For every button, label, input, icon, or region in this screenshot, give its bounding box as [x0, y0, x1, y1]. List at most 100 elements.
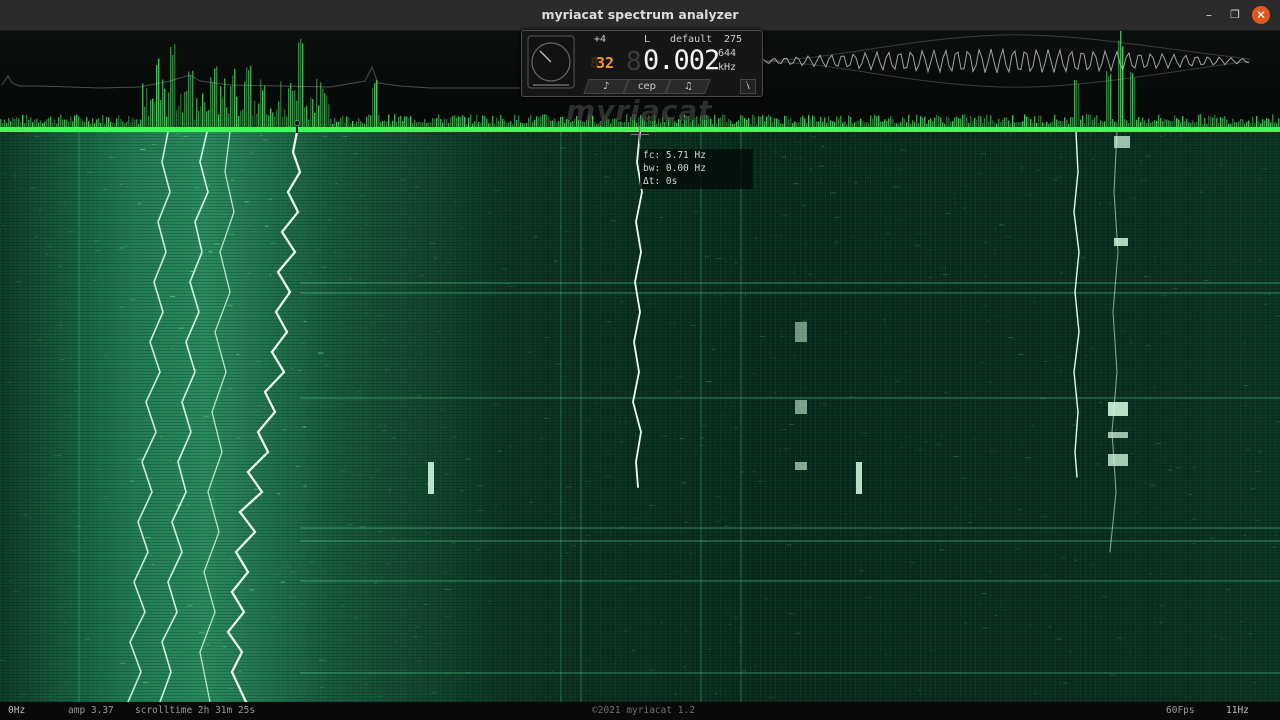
spectrum-bin [1146, 122, 1148, 128]
spectrum-bin [272, 112, 274, 128]
waterfall-speck [854, 148, 857, 149]
preset-label[interactable]: default [670, 34, 712, 45]
tab-note-icon[interactable]: ♪ [583, 79, 629, 94]
gain-dial-icon[interactable] [527, 35, 575, 89]
waterfall-speck [629, 588, 635, 590]
spectrum-bin [770, 116, 772, 128]
spectrum-bin [554, 118, 556, 128]
waterfall-speck [1187, 494, 1193, 495]
waterfall-streak [300, 540, 1280, 542]
waterfall-speck [897, 169, 900, 171]
waterfall-speck [1098, 203, 1101, 204]
spectrum-bin [448, 122, 450, 128]
waterfall-speck [1130, 601, 1136, 602]
fps-label: 60Fps [1166, 705, 1195, 716]
waterfall-speck [62, 577, 64, 579]
waterfall-speck [604, 176, 610, 178]
spectrum-bin [746, 119, 748, 128]
spectrum-bin [850, 116, 852, 128]
frequency-sub-digits: 644 [718, 48, 737, 59]
waterfall-speck [1055, 356, 1060, 357]
waterfall-speck [466, 458, 471, 460]
waterfall-speck [1093, 351, 1094, 352]
frequency-unit: kHz [718, 62, 737, 73]
spectrum-bin [892, 118, 894, 128]
spectrum-bin [798, 121, 800, 128]
peak-marker-icon[interactable] [293, 120, 301, 134]
spectrum-bin [48, 117, 50, 128]
waterfall-speck [237, 437, 240, 439]
waterfall-speck [1001, 600, 1004, 602]
waterfall-speck [1192, 543, 1196, 545]
tab-notes-icon[interactable]: ♫ [665, 79, 711, 94]
waterfall-speck [110, 267, 115, 269]
close-button[interactable]: ✕ [1252, 6, 1270, 24]
info-icon[interactable]: i [740, 79, 756, 94]
waterfall-speck [791, 559, 793, 560]
waterfall-speck [152, 143, 157, 145]
waterfall-speck [804, 241, 807, 243]
spectrum-bin [1074, 79, 1076, 128]
waterfall-speck [236, 353, 240, 355]
waterfall-speck [726, 612, 729, 613]
zoom-display[interactable]: 32 [596, 54, 614, 72]
waterfall-speck [633, 306, 637, 307]
waterfall-speck [977, 602, 980, 604]
spectrum-bin [504, 120, 506, 128]
waterfall-speck [597, 370, 603, 371]
waterfall-speck [116, 466, 120, 468]
waterfall-speck [544, 336, 549, 338]
waterfall-speck [76, 617, 77, 618]
waterfall-speck [911, 562, 914, 564]
spectrum-bin [26, 114, 28, 128]
spectrum-bin [1134, 78, 1136, 128]
waterfall-speck [4, 551, 9, 553]
spectrum-bin [744, 118, 746, 128]
spectrum-bin [142, 83, 144, 128]
waterfall-speck [1191, 145, 1197, 147]
spectrum-bin [392, 120, 394, 128]
spectrum-bin [908, 114, 910, 128]
spectrum-bin [202, 93, 204, 128]
spectrum-bin [1062, 121, 1064, 128]
spectrum-bin [374, 82, 376, 128]
waterfall-speck [754, 665, 758, 667]
waterfall-speck [230, 179, 234, 181]
waterfall-speck [135, 471, 137, 472]
spectrum-bin [336, 121, 338, 128]
waterfall-speck [1158, 605, 1165, 606]
waterfall-speck [54, 474, 57, 476]
spectrum-bin [900, 121, 902, 128]
waterfall-speck [64, 621, 67, 623]
waterfall-speck [691, 324, 695, 326]
waterfall-speck [1180, 135, 1183, 137]
waterfall-speck [1136, 180, 1138, 182]
waterfall-speck [834, 241, 839, 243]
spectrum-bin [904, 118, 906, 128]
waterfall-speck [1032, 302, 1036, 304]
spectrum-bin [284, 109, 286, 128]
waterfall-speck [1010, 440, 1012, 442]
waterfall-spectrogram[interactable] [0, 132, 1280, 702]
waterfall-speck [1002, 354, 1008, 356]
spectrum-bin [974, 117, 976, 128]
spectrum-bin [736, 121, 738, 128]
spectrum-bin [308, 119, 310, 128]
minimize-button[interactable]: – [1200, 6, 1218, 24]
waterfall-speck [866, 597, 872, 599]
spectrum-bin [754, 116, 756, 128]
spectrum-bin [1204, 117, 1206, 128]
spectrum-bin [782, 123, 784, 128]
spectrum-bin [524, 123, 526, 128]
waterfall-speck [11, 578, 16, 579]
waterfall-speck [7, 580, 14, 582]
tab-cepstrum[interactable]: cep [623, 79, 671, 94]
waterfall-speck [995, 614, 998, 616]
maximize-button[interactable]: ❐ [1226, 6, 1244, 24]
waterfall-speck [165, 438, 168, 440]
waterfall-speck [642, 584, 646, 585]
spectrum-bin [1096, 115, 1098, 128]
spectrum-bin [556, 122, 558, 128]
channel-label[interactable]: L [644, 34, 650, 45]
spectrum-bin [820, 116, 822, 128]
